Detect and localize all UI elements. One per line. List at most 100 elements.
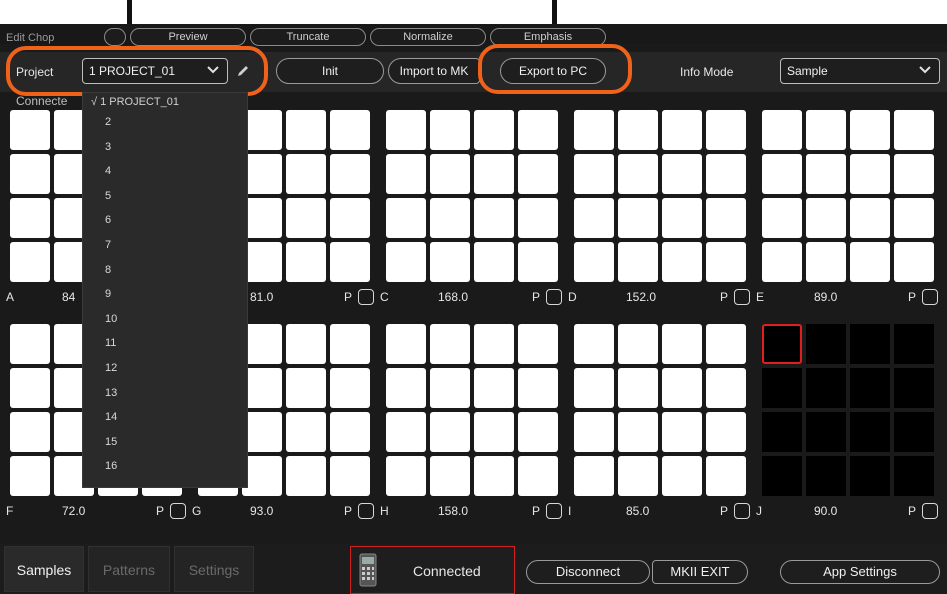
pad-button[interactable] [850,412,890,452]
pad-button[interactable] [10,368,50,408]
bank-p-checkbox[interactable] [358,503,374,519]
preview-button[interactable]: Preview [130,28,246,46]
pad-button[interactable] [10,412,50,452]
pad-button[interactable] [474,456,514,496]
pad-button[interactable] [286,412,326,452]
pad-button[interactable] [474,242,514,282]
pad-button[interactable] [806,368,846,408]
pad-button[interactable] [618,456,658,496]
tab-samples[interactable]: Samples [4,546,84,592]
pad-button[interactable] [242,242,282,282]
pad-button[interactable] [894,456,934,496]
pad-button[interactable] [330,412,370,452]
pad-button[interactable] [286,198,326,238]
dropdown-item[interactable]: 13 [105,382,117,404]
pad-button[interactable] [618,412,658,452]
pad-button[interactable] [286,154,326,194]
pad-button[interactable] [574,324,614,364]
pad-button[interactable] [286,110,326,150]
pad-button[interactable] [618,110,658,150]
bank-p-checkbox[interactable] [546,503,562,519]
pad-button[interactable] [618,154,658,194]
pad-button[interactable] [286,242,326,282]
pad-button[interactable] [386,110,426,150]
pad-button[interactable] [806,456,846,496]
pad-button[interactable] [762,110,802,150]
pad-button[interactable] [430,368,470,408]
pad-button[interactable] [574,154,614,194]
dropdown-item[interactable]: 5 [105,185,111,207]
dropdown-item[interactable]: 6 [105,209,111,231]
pad-button[interactable] [850,368,890,408]
pad-button[interactable] [430,242,470,282]
tab-patterns[interactable]: Patterns [88,546,170,592]
pad-button[interactable] [430,456,470,496]
pad-button[interactable] [894,110,934,150]
pad-button[interactable] [386,324,426,364]
pad-button[interactable] [850,324,890,364]
pad-button[interactable] [386,456,426,496]
bank-p-checkbox[interactable] [546,289,562,305]
pad-button[interactable] [762,198,802,238]
pad-button[interactable] [894,242,934,282]
pad-button[interactable] [662,324,702,364]
pad-button[interactable] [474,412,514,452]
dropdown-item[interactable]: 2 [105,111,111,133]
pad-button[interactable] [894,154,934,194]
pad-button[interactable] [386,154,426,194]
pad-button[interactable] [806,242,846,282]
pad-button[interactable] [386,198,426,238]
pad-button[interactable] [242,198,282,238]
pad-button[interactable] [806,154,846,194]
disconnect-button[interactable]: Disconnect [526,560,650,584]
pad-button[interactable] [574,368,614,408]
pad-button[interactable] [618,324,658,364]
pad-button[interactable] [662,110,702,150]
pad-button[interactable] [10,110,50,150]
pad-button[interactable] [242,324,282,364]
pad-button[interactable] [430,154,470,194]
pad-button[interactable] [762,456,802,496]
pad-button[interactable] [330,368,370,408]
tab-settings[interactable]: Settings [174,546,254,592]
app-settings-button[interactable]: App Settings [780,560,940,584]
bank-p-checkbox[interactable] [922,503,938,519]
pad-button[interactable] [330,242,370,282]
pad-button[interactable] [706,368,746,408]
dropdown-item[interactable]: 8 [105,259,111,281]
pad-button[interactable] [762,324,802,364]
pad-button[interactable] [474,368,514,408]
pad-button[interactable] [242,412,282,452]
pad-button[interactable] [242,110,282,150]
dropdown-item[interactable]: 15 [105,431,117,453]
pad-button[interactable] [706,154,746,194]
init-button[interactable]: Init [276,58,384,84]
dropdown-item-selected[interactable]: √ 1 PROJECT_01 [91,91,179,113]
bank-p-checkbox[interactable] [734,289,750,305]
pad-button[interactable] [242,368,282,408]
pad-button[interactable] [286,324,326,364]
pad-button[interactable] [386,368,426,408]
pad-button[interactable] [386,242,426,282]
pad-button[interactable] [850,242,890,282]
mkii-exit-button[interactable]: MKII EXIT [652,560,748,584]
pad-button[interactable] [518,456,558,496]
bank-p-checkbox[interactable] [922,289,938,305]
pad-button[interactable] [894,412,934,452]
chop-toggle[interactable] [104,28,126,46]
pad-button[interactable] [574,242,614,282]
pad-button[interactable] [762,412,802,452]
pad-button[interactable] [518,154,558,194]
pad-button[interactable] [518,198,558,238]
pad-button[interactable] [850,198,890,238]
bank-p-checkbox[interactable] [170,503,186,519]
pad-button[interactable] [706,412,746,452]
pad-button[interactable] [850,154,890,194]
pad-button[interactable] [430,412,470,452]
pad-button[interactable] [330,456,370,496]
pad-button[interactable] [706,242,746,282]
pad-button[interactable] [286,456,326,496]
bank-p-checkbox[interactable] [734,503,750,519]
pad-button[interactable] [706,456,746,496]
pad-button[interactable] [662,198,702,238]
